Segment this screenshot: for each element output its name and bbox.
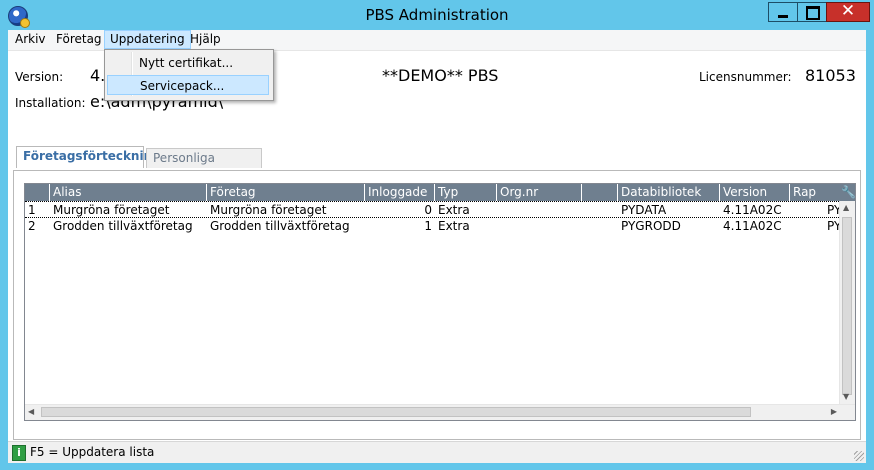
col-header-orgnr[interactable]: Org.nr xyxy=(497,184,582,201)
col-header-databibliotek[interactable]: Databibliotek xyxy=(618,184,720,201)
maximize-button[interactable] xyxy=(797,2,827,22)
scroll-down-icon[interactable]: ▼ xyxy=(843,393,849,401)
horizontal-scroll-thumb[interactable] xyxy=(41,407,751,417)
tab-panel-foretag: Alias Företag Inloggade Typ Org.nr Datab… xyxy=(13,170,861,440)
close-button[interactable]: ✕ xyxy=(826,1,870,22)
cell-foretag: Grodden tillväxtföretag xyxy=(210,219,350,233)
horizontal-scrollbar[interactable]: ◀ ▶ xyxy=(25,404,855,420)
table-row[interactable]: 2 Grodden tillväxtföretag Grodden tillvä… xyxy=(25,218,841,235)
maximize-icon xyxy=(806,6,820,20)
status-text: F5 = Uppdatera lista xyxy=(30,445,155,459)
license-label: Licensnummer: xyxy=(699,70,792,84)
minimize-button[interactable] xyxy=(768,2,798,22)
menu-foretag[interactable]: Företag xyxy=(51,31,107,48)
col-header-blank[interactable] xyxy=(582,184,618,201)
vertical-scroll-thumb[interactable] xyxy=(842,217,852,395)
title-bar[interactable]: PBS Administration ✕ xyxy=(0,0,874,30)
scroll-right-icon[interactable]: ▶ xyxy=(831,408,837,416)
company-grid[interactable]: Alias Företag Inloggade Typ Org.nr Datab… xyxy=(24,183,856,421)
version-value: 4. xyxy=(90,66,106,85)
menuitem-nytt-certifikat[interactable]: Nytt certifikat... xyxy=(107,53,269,73)
menu-uppdatering[interactable]: Uppdatering xyxy=(104,30,191,49)
cell-databibliotek: PYDATA xyxy=(621,203,667,217)
grid-header: Alias Företag Inloggade Typ Org.nr Datab… xyxy=(25,184,855,201)
col-header-version[interactable]: Version xyxy=(720,184,790,201)
cell-databibliotek: PYGRODD xyxy=(621,219,681,233)
col-header-alias[interactable]: Alias xyxy=(50,184,207,201)
cell-version: 4.11A02C xyxy=(723,203,782,217)
resize-grip-icon[interactable] xyxy=(854,451,864,461)
application-window: PBS Administration ✕ Arkiv Företag Uppda… xyxy=(0,0,874,470)
cell-version: 4.11A02C xyxy=(723,219,782,233)
scroll-left-icon[interactable]: ◀ xyxy=(28,408,34,416)
cell-orgnr xyxy=(497,202,582,219)
col-header-inloggade[interactable]: Inloggade xyxy=(365,184,435,201)
col-header-index[interactable] xyxy=(25,184,50,201)
cell-inloggade: 0 xyxy=(424,203,432,217)
cell-alias: Murgröna företaget xyxy=(53,203,170,217)
wrench-icon[interactable]: 🔧 xyxy=(841,184,855,201)
close-icon: ✕ xyxy=(840,1,856,21)
cell-orgnr xyxy=(497,218,582,235)
tab-personliga-licenser[interactable]: Personliga licenser xyxy=(146,148,262,184)
table-row[interactable]: 1 Murgröna företaget Murgröna företaget … xyxy=(25,201,841,218)
menuitem-servicepack[interactable]: Servicepack... xyxy=(107,75,269,95)
menu-hjalp[interactable]: Hjälp xyxy=(185,31,226,48)
cell-typ: Extra xyxy=(438,219,470,233)
license-number: 81053 xyxy=(805,66,856,85)
menu-bar: Arkiv Företag Uppdatering Hjälp xyxy=(8,30,866,51)
tab-foretagsforteckning[interactable]: Företagsförteckning xyxy=(16,146,161,168)
cell-alias: Grodden tillväxtföretag xyxy=(53,219,193,233)
minimize-icon xyxy=(778,15,788,18)
version-label: Version: xyxy=(15,70,64,84)
scroll-up-icon[interactable]: ▲ xyxy=(843,204,849,212)
cell-index: 1 xyxy=(28,203,36,217)
installation-label: Installation: xyxy=(15,96,86,110)
cell-blank xyxy=(582,218,618,235)
uppdatering-dropdown: Nytt certifikat... Servicepack... xyxy=(104,49,274,101)
demo-label: **DEMO** PBS xyxy=(382,66,499,85)
scroll-corner xyxy=(840,405,855,420)
cell-index: 2 xyxy=(28,219,36,233)
vertical-scrollbar[interactable]: ▲ ▼ xyxy=(839,201,855,404)
cell-inloggade: 1 xyxy=(424,219,432,233)
status-bar: i F5 = Uppdatera lista xyxy=(8,441,866,463)
menu-arkiv[interactable]: Arkiv xyxy=(10,31,51,48)
col-header-foretag[interactable]: Företag xyxy=(207,184,365,201)
info-icon: i xyxy=(12,445,26,461)
col-header-typ[interactable]: Typ xyxy=(435,184,497,201)
window-title: PBS Administration xyxy=(365,6,509,24)
cell-foretag: Murgröna företaget xyxy=(210,203,327,217)
client-area: Arkiv Företag Uppdatering Hjälp Nytt cer… xyxy=(8,30,866,463)
cell-blank xyxy=(582,202,618,219)
cell-typ: Extra xyxy=(438,203,470,217)
